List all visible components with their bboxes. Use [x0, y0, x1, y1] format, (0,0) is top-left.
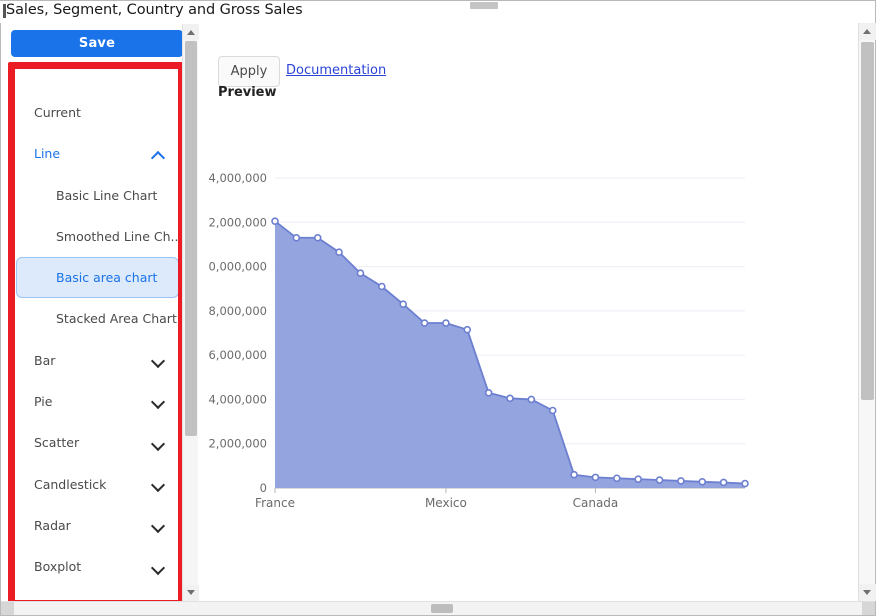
data-point-marker[interactable]	[442, 319, 450, 327]
sidebar-item-label: Basic Line Chart	[56, 187, 158, 203]
scrollbar-corner-right	[862, 602, 875, 615]
chevron-down-icon[interactable]	[151, 394, 165, 408]
sidebar-item-smoothed-line-ch[interactable]: Smoothed Line Ch...	[16, 215, 179, 258]
preview-panel: Apply Documentation Preview 4,000,000 2,0…	[200, 23, 855, 601]
sidebar-scroll-down-button[interactable]	[183, 585, 199, 601]
sidebar-group-radar[interactable]: Radar	[16, 504, 179, 546]
data-point-marker[interactable]	[634, 475, 642, 483]
page-title: Sales, Segment, Country and Gross Sales	[6, 2, 303, 18]
data-point-marker[interactable]	[484, 388, 493, 397]
sidebar-group-label: Boxplot	[34, 559, 82, 575]
data-point-marker[interactable]	[548, 406, 557, 415]
chevron-down-icon[interactable]	[151, 477, 165, 491]
chevron-down-icon[interactable]	[151, 518, 165, 532]
chevron-down-icon[interactable]	[151, 353, 165, 367]
data-point-marker[interactable]	[741, 479, 749, 488]
sidebar-scrollbar[interactable]	[182, 24, 199, 601]
sidebar-item-basic-area-chart[interactable]: Basic area chart	[16, 257, 179, 299]
data-point-marker[interactable]	[591, 473, 600, 482]
arrow-up-icon	[863, 29, 871, 34]
y-axis-tick-label: 8,000,000	[208, 304, 267, 318]
y-axis-tick-label: 2,000,000	[208, 215, 267, 229]
sidebar-item-basic-line-chart[interactable]: Basic Line Chart	[16, 174, 179, 216]
save-button[interactable]: Save	[11, 30, 183, 57]
sidebar-group-candlestick[interactable]: Candlestick	[16, 463, 179, 505]
data-point-marker[interactable]	[313, 233, 322, 242]
data-point-marker[interactable]	[399, 300, 407, 309]
data-point-marker[interactable]	[506, 394, 514, 403]
data-point-marker[interactable]	[420, 319, 429, 327]
sidebar-item-label: Stacked Area Chart	[56, 311, 177, 327]
data-point-marker[interactable]	[271, 217, 279, 225]
x-axis-tick-label: Mexico	[425, 496, 467, 510]
window-horizontal-scrollbar[interactable]	[1, 601, 875, 615]
chevron-down-icon[interactable]	[151, 560, 165, 574]
chevron-down-icon[interactable]	[151, 436, 165, 450]
arrow-up-icon	[187, 30, 195, 35]
data-point-marker[interactable]	[356, 269, 365, 278]
area-chart[interactable]: 4,000,000 2,000,000 0,000,000 8,000,000 6,00…	[200, 113, 855, 601]
y-axis-tick-label: 6,000,000	[208, 348, 267, 362]
sidebar-group-label: Line	[34, 146, 61, 162]
sidebar-item-label: Basic area chart	[56, 270, 158, 286]
documentation-link[interactable]: Documentation	[286, 63, 386, 78]
data-point-marker[interactable]	[719, 478, 728, 487]
sidebar-group-label: Bar	[34, 352, 56, 368]
data-point-marker[interactable]	[335, 248, 343, 256]
sidebar-group-label: Radar	[34, 517, 71, 533]
apply-button[interactable]: Apply	[218, 56, 280, 87]
window-scroll-down-button[interactable]	[859, 584, 876, 601]
area-fill	[275, 221, 745, 488]
data-point-marker[interactable]	[613, 474, 621, 483]
window-horizontal-scrollbar-thumb[interactable]	[431, 604, 453, 613]
sidebar-group-bar[interactable]: Bar	[16, 339, 179, 381]
data-point-marker[interactable]	[292, 233, 301, 242]
sidebar-group-pie[interactable]: Pie	[16, 380, 179, 423]
data-point-marker[interactable]	[463, 325, 472, 334]
data-point-marker[interactable]	[570, 470, 578, 479]
y-axis-tick-label: 0	[260, 481, 267, 495]
data-point-marker[interactable]	[655, 476, 664, 484]
sidebar-current-label: Current	[34, 105, 81, 121]
top-scrollbar-thumb[interactable]	[470, 2, 498, 9]
data-point-marker[interactable]	[527, 395, 536, 404]
y-axis-tick-label: 0,000,000	[208, 260, 267, 274]
data-point-marker[interactable]	[698, 477, 707, 486]
sidebar-item-label: Smoothed Line Ch...	[56, 229, 179, 245]
sidebar-scroll-up-button[interactable]	[183, 24, 199, 40]
chart-type-menu[interactable]: Current Line Basic Line Chart Smoothed Line…	[16, 92, 179, 601]
chevron-up-icon[interactable]	[151, 147, 165, 161]
sidebar-current-label-row: Current	[16, 92, 179, 134]
sidebar-group-boxplot[interactable]: Boxplot	[16, 545, 179, 588]
data-point-marker[interactable]	[677, 477, 685, 485]
sidebar-item-stacked-area-chart[interactable]: Stacked Area Chart	[16, 298, 179, 340]
window-scroll-up-button[interactable]	[859, 23, 876, 40]
sidebar-group-line[interactable]: Line	[16, 133, 179, 175]
y-axis-tick-label: 4,000,000	[208, 171, 267, 185]
sidebar-scrollbar-thumb[interactable]	[185, 41, 197, 436]
sidebar-group-label: Scatter	[34, 435, 80, 451]
x-axis-tick-label: France	[255, 496, 295, 510]
title-bar: Sales, Segment, Country and Gross Sales	[0, 1, 860, 23]
application-window: Sales, Segment, Country and Gross Sales …	[0, 0, 876, 616]
sidebar-group-label: Pie	[34, 393, 53, 409]
sidebar-group-heatmap[interactable]: Heatmap	[16, 587, 179, 601]
arrow-down-icon	[187, 590, 195, 595]
sidebar-group-scatter[interactable]: Scatter	[16, 422, 179, 464]
x-axis-tick-label: Canada	[573, 496, 619, 510]
sidebar-group-label: Candlestick	[34, 476, 107, 492]
data-point-marker[interactable]	[378, 282, 386, 291]
chart-type-sidebar: Save Current Line Basic Line Chart Smoothed…	[1, 23, 200, 601]
arrow-down-icon	[863, 590, 871, 595]
preview-label: Preview	[218, 85, 277, 100]
y-axis-tick-label: 4,000,000	[208, 392, 267, 406]
window-vertical-scrollbar-thumb[interactable]	[861, 42, 874, 400]
chart-preview[interactable]: 4,000,000 2,000,000 0,000,000 8,000,000 6,00…	[200, 113, 855, 601]
window-vertical-scrollbar[interactable]	[858, 23, 876, 601]
y-axis-tick-label: 2,000,000	[208, 437, 267, 451]
scrollbar-corner-left	[1, 602, 14, 615]
